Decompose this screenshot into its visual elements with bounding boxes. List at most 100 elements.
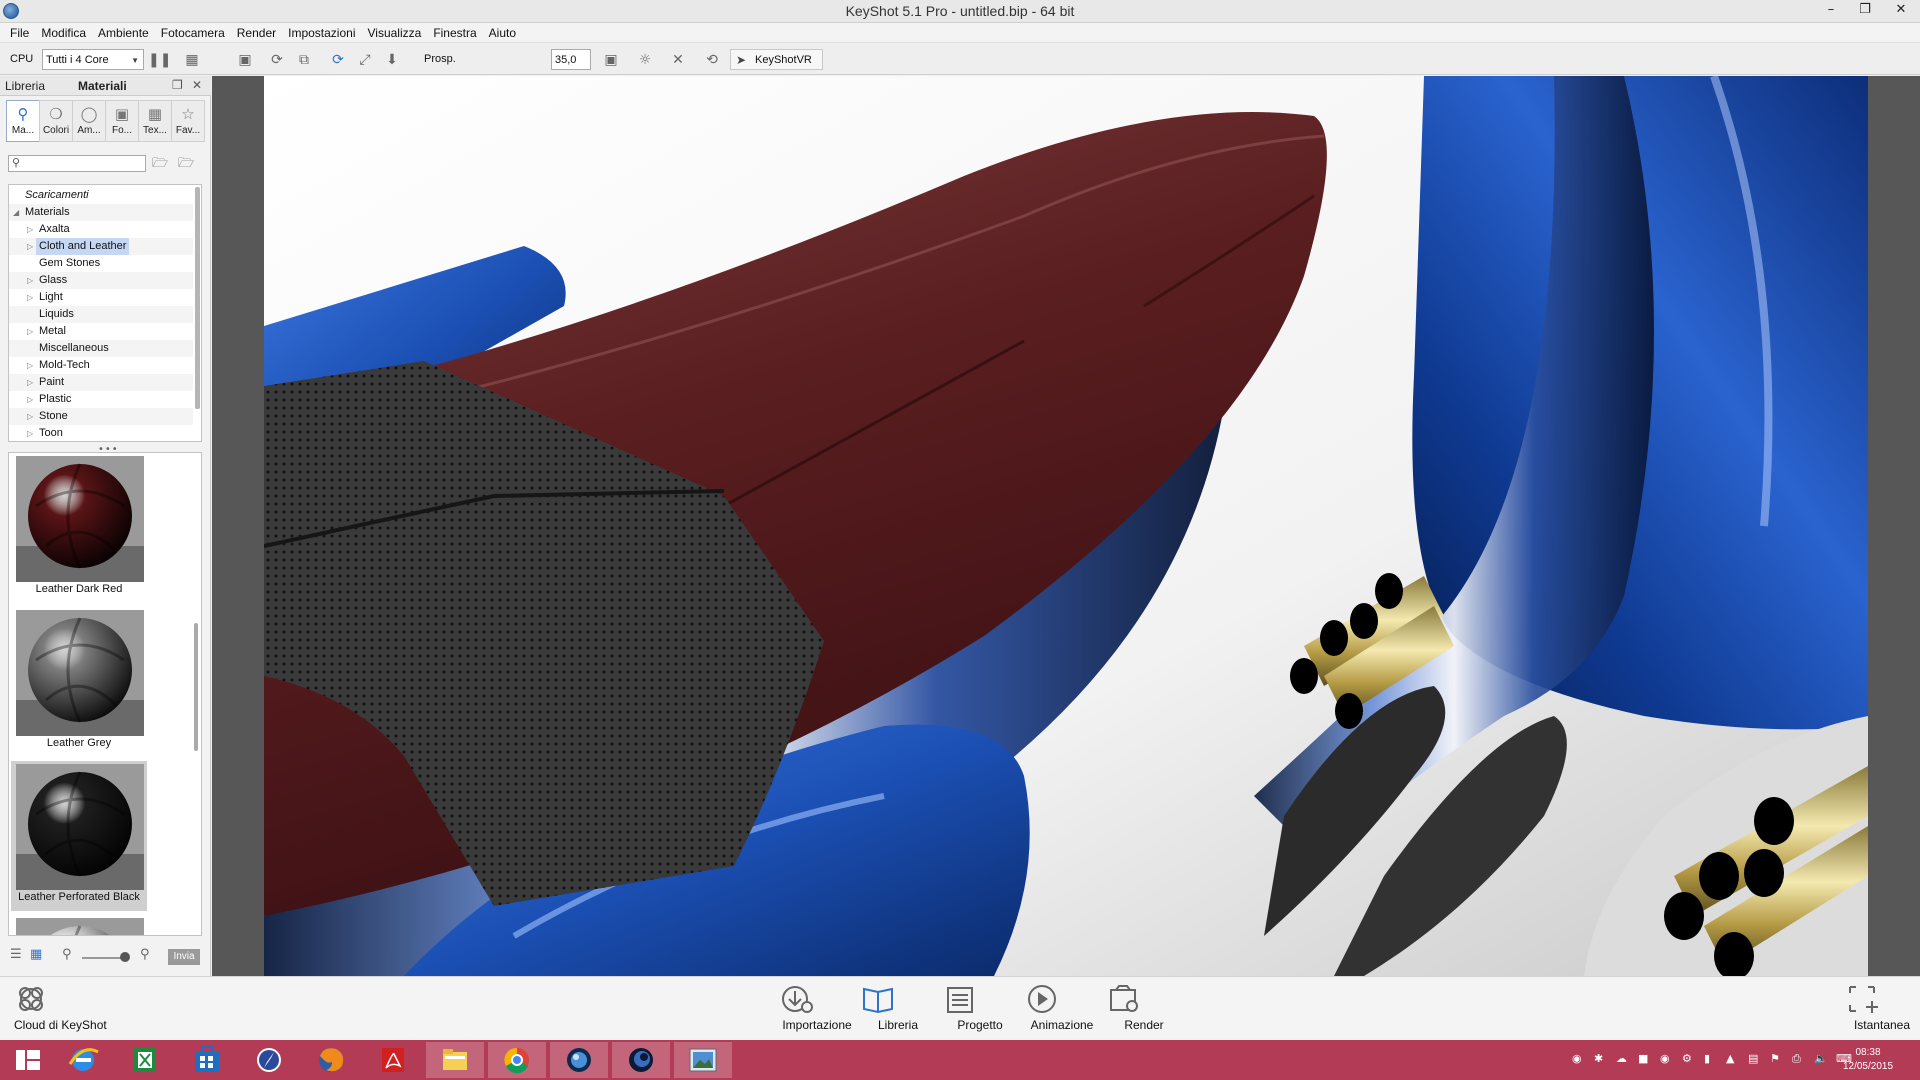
screenshot-icon[interactable]: ▣ (236, 51, 254, 69)
volume-icon[interactable]: 🔈 (1814, 1052, 1828, 1065)
menu-modifica[interactable]: Modifica (35, 26, 92, 40)
material-thumbnail[interactable] (11, 915, 147, 935)
render-viewport[interactable] (264, 76, 1868, 976)
keyshot-cloud-button[interactable]: Cloud di KeyShot (14, 981, 107, 1032)
menu-ambiente[interactable]: Ambiente (92, 26, 155, 40)
gear-tray-icon[interactable]: ⚙ (1682, 1052, 1692, 1065)
category-tab-favorites[interactable]: ☆ Fav... (171, 100, 205, 142)
tree-item[interactable]: ▷ Cloth and Leather (9, 238, 193, 255)
file-explorer-icon[interactable] (426, 1042, 484, 1078)
tree-item[interactable]: ▷ Paint (9, 374, 193, 391)
collapsed-arrow-icon[interactable]: ▷ (27, 408, 33, 425)
collapsed-arrow-icon[interactable]: ▷ (27, 289, 33, 306)
project-button[interactable]: Progetto (940, 981, 1020, 1032)
up-arrow-tray-icon[interactable]: ▲ (1726, 1052, 1734, 1065)
menu-visualizza[interactable]: Visualizza (362, 26, 428, 40)
collapsed-arrow-icon[interactable]: ▷ (27, 391, 33, 408)
collapsed-arrow-icon[interactable]: ▷ (27, 374, 33, 391)
flag-icon[interactable]: ⚑ (1770, 1052, 1780, 1065)
collapsed-arrow-icon[interactable]: ▷ (27, 238, 33, 255)
region-render-icon[interactable]: ▣ (602, 51, 620, 69)
material-thumbnail[interactable]: Leather Perforated Black (11, 761, 147, 911)
grid-view-icon[interactable]: ▦ (30, 947, 42, 962)
tree-item[interactable]: ▷ Toon (9, 425, 193, 441)
collapsed-arrow-icon[interactable]: ▷ (27, 425, 33, 441)
down-arrow-icon[interactable]: ⬇ (383, 51, 401, 69)
cinema4d-icon[interactable] (612, 1042, 670, 1078)
menu-fotocamera[interactable]: Fotocamera (155, 26, 231, 40)
excel-icon[interactable] (116, 1042, 174, 1078)
app-tray-icon[interactable]: ■ (1638, 1052, 1648, 1065)
keyshot-icon[interactable] (550, 1042, 608, 1078)
category-tab-environments[interactable]: ◯ Am... (72, 100, 106, 142)
bluetooth-icon[interactable]: ✱ (1594, 1052, 1603, 1065)
internet-explorer-icon[interactable] (54, 1042, 112, 1078)
snapshot-button[interactable]: Istantanea (1842, 981, 1920, 1032)
folder-add-icon[interactable]: 🗁 (176, 154, 196, 172)
tree-item[interactable]: ▷ Light (9, 289, 193, 306)
category-tab-textures[interactable]: ▦ Tex... (138, 100, 172, 142)
list-view-icon[interactable]: ☰ (10, 947, 22, 962)
chart-tray-icon[interactable]: ▮ (1704, 1052, 1710, 1065)
tree-item[interactable]: Scaricamenti (9, 187, 193, 204)
close-icon[interactable]: ✕ (1882, 0, 1920, 22)
tree-item[interactable]: ▷ Axalta (9, 221, 193, 238)
cpu-cores-dropdown[interactable]: Tutti i 4 Core ▼ (42, 49, 144, 70)
eye-tray-icon[interactable]: ◉ (1660, 1052, 1670, 1065)
camera-tray-icon[interactable]: ◉ (1572, 1052, 1582, 1065)
category-tab-colors[interactable]: ❍ Colori (39, 100, 73, 142)
material-thumbnail[interactable]: Leather Grey (11, 607, 147, 757)
send-button[interactable]: Invia (168, 949, 200, 965)
tree-item[interactable]: Miscellaneous (9, 340, 193, 357)
collapsed-arrow-icon[interactable]: ▷ (27, 221, 33, 238)
printer-icon[interactable]: ⎙ (1792, 1052, 1801, 1066)
cloud-tray-icon[interactable]: ☁ (1616, 1052, 1627, 1065)
clock[interactable]: 08:38 12/05/2015 (1838, 1046, 1898, 1074)
pause-icon[interactable]: ❚❚ (148, 51, 171, 69)
tree-item[interactable]: ▷ Glass (9, 272, 193, 289)
thumbnail-scrollbar[interactable] (194, 623, 198, 751)
collapsed-arrow-icon[interactable]: ▷ (27, 272, 33, 289)
menu-render[interactable]: Render (231, 26, 282, 40)
fov-input[interactable]: 35,0 (551, 49, 591, 70)
tools-icon[interactable]: ✕ (669, 51, 687, 69)
network-icon[interactable]: ▤ (1748, 1052, 1758, 1065)
zoom-out-icon[interactable]: ⚲ (62, 947, 72, 962)
folder-open-icon[interactable]: 🗁 (150, 154, 170, 172)
acrobat-icon[interactable] (364, 1042, 422, 1078)
panel-close-icon[interactable]: ✕ (192, 78, 202, 92)
keyshotvr-button[interactable]: ➤ KeyShotVR (730, 49, 823, 70)
tree-item[interactable]: ▷ Mold-Tech (9, 357, 193, 374)
tree-item[interactable]: ▷ Metal (9, 323, 193, 340)
import-button[interactable]: Importazione (777, 981, 857, 1032)
animation-button[interactable]: Animazione (1022, 981, 1102, 1032)
minimize-icon[interactable]: – (1814, 0, 1848, 22)
camera-move-icon[interactable]: ▦ (183, 51, 201, 69)
search-input[interactable] (25, 157, 143, 170)
menu-finestra[interactable]: Finestra (427, 26, 482, 40)
tree-item[interactable]: ▷ Plastic (9, 391, 193, 408)
render-button[interactable]: Render (1104, 981, 1184, 1032)
zoom-in-icon[interactable]: ⚲ (140, 947, 150, 962)
expanded-arrow-icon[interactable]: ◢ (13, 204, 19, 221)
collapsed-arrow-icon[interactable]: ▷ (27, 357, 33, 374)
fit-view-icon[interactable]: ⤢ (356, 51, 374, 69)
library-button[interactable]: Libreria (858, 981, 938, 1032)
tab-materials[interactable]: Materiali (78, 79, 127, 93)
sync-icon[interactable]: ⟲ (703, 51, 721, 69)
chrome-icon[interactable] (488, 1042, 546, 1078)
restore-icon[interactable]: ❐ (1848, 0, 1882, 22)
collapsed-arrow-icon[interactable]: ▷ (27, 323, 33, 340)
undock-icon[interactable]: ❐ (172, 78, 183, 92)
lighting-icon[interactable]: ☼ (636, 51, 654, 69)
tree-scrollbar[interactable] (195, 187, 200, 409)
compass-icon[interactable] (240, 1042, 298, 1078)
menu-impostazioni[interactable]: Impostazioni (282, 26, 361, 40)
menu-file[interactable]: File (4, 26, 35, 40)
show-desktop-icon[interactable] (0, 1042, 58, 1078)
tree-item[interactable]: ◢ Materials (9, 204, 193, 221)
category-tab-materials[interactable]: ⚲ Ma... (6, 100, 40, 142)
tree-item[interactable]: ▷ Stone (9, 408, 193, 425)
tree-item[interactable]: Liquids (9, 306, 193, 323)
photo-viewer-icon[interactable] (674, 1042, 732, 1078)
